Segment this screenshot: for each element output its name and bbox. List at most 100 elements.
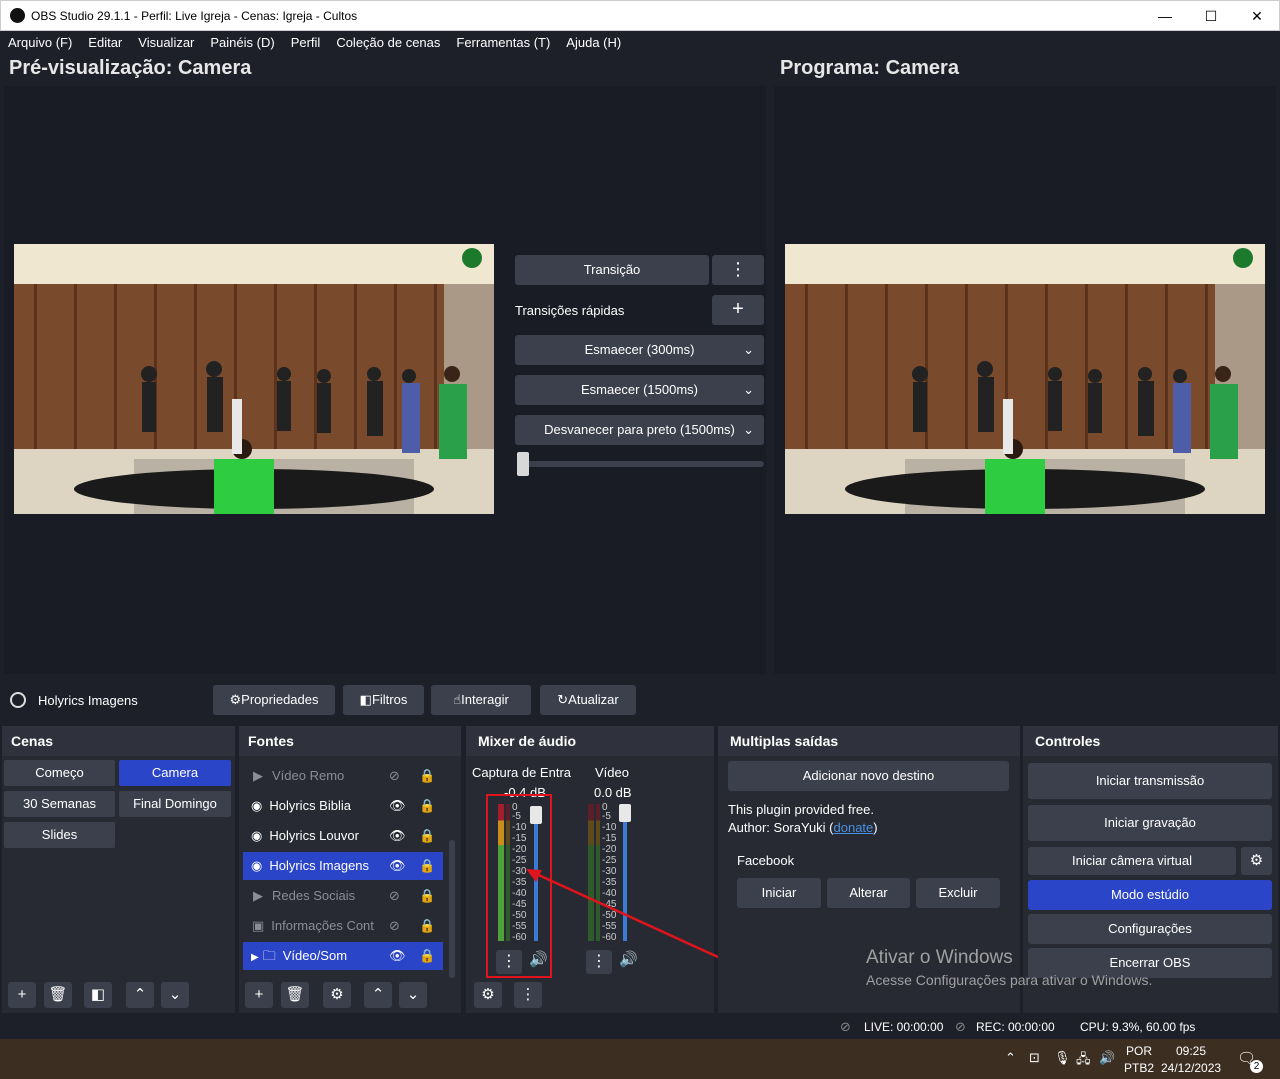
lock-icon[interactable]: 🔒 xyxy=(419,822,435,850)
source-row[interactable]: ◉ Holyrics Biblia 👁 🔒 xyxy=(243,792,443,820)
delete-output-button[interactable]: Excluir xyxy=(916,878,1000,908)
refresh-button[interactable]: ↻Atualizar xyxy=(540,685,636,715)
activation-watermark-subtitle: Acesse Configurações para ativar o Windo… xyxy=(866,972,1153,988)
quick-transition-label: Esmaecer (1500ms) xyxy=(580,382,699,397)
quick-transition-2[interactable]: Esmaecer (1500ms) ⌄ xyxy=(515,375,764,405)
edit-output-button[interactable]: Alterar xyxy=(827,878,910,908)
eye-hidden-icon[interactable]: ⊘ xyxy=(389,882,400,910)
source-row[interactable]: ▶ 🗀 Vídeo/Som 👁 🔒 xyxy=(243,942,443,970)
transition-button[interactable]: Transição xyxy=(515,255,709,285)
menu-editar[interactable]: Editar xyxy=(80,32,130,53)
donate-link[interactable]: donate xyxy=(834,820,874,835)
preview-video[interactable] xyxy=(14,244,494,514)
lock-icon[interactable]: 🔒 xyxy=(419,912,435,940)
filters-button[interactable]: ◧Filtros xyxy=(343,685,424,715)
lock-icon[interactable]: 🔒 xyxy=(419,792,435,820)
plus-icon: + xyxy=(732,298,744,320)
meet-now-icon[interactable]: ⊡ xyxy=(1029,1050,1040,1066)
scene-comeco[interactable]: Começo xyxy=(4,760,115,786)
menu-arquivo[interactable]: Arquivo (F) xyxy=(0,32,80,53)
source-row[interactable]: ◉ Holyrics Louvor 👁 🔒 xyxy=(243,822,443,850)
eye-icon[interactable]: 👁 xyxy=(389,942,406,970)
clock-time[interactable]: 09:25 xyxy=(1176,1044,1206,1058)
input-layout[interactable]: PTB2 xyxy=(1124,1061,1154,1075)
source-row[interactable]: ▶ Vídeo Remo ⊘ 🔒 xyxy=(243,762,443,790)
mixer-settings-button[interactable]: ⚙ xyxy=(474,982,502,1008)
maximize-button[interactable]: ☐ xyxy=(1188,1,1234,32)
scene-slides[interactable]: Slides xyxy=(4,822,115,848)
virtual-camera-settings-button[interactable]: ⚙ xyxy=(1241,847,1272,875)
controls-title: Controles xyxy=(1023,726,1278,756)
settings-button[interactable]: Configurações xyxy=(1028,914,1272,944)
studio-mode-button[interactable]: Modo estúdio xyxy=(1028,880,1272,910)
quick-transition-3[interactable]: Desvanecer para preto (1500ms) ⌄ xyxy=(515,415,764,445)
trash-icon: 🗑 xyxy=(285,986,305,1003)
source-row[interactable]: ▶ Redes Sociais ⊘ 🔒 xyxy=(243,882,443,910)
transition-slider-handle[interactable] xyxy=(517,452,529,476)
add-scene-button[interactable]: + xyxy=(8,982,36,1008)
transition-menu-button[interactable]: ⋮ xyxy=(712,255,764,285)
add-source-button[interactable]: + xyxy=(245,982,273,1008)
start-streaming-button[interactable]: Iniciar transmissão xyxy=(1028,763,1272,799)
gears-icon: ⚙ xyxy=(481,986,495,1003)
eye-icon[interactable]: 👁 xyxy=(389,822,406,850)
properties-button[interactable]: ⚙Propriedades xyxy=(213,685,335,715)
menu-colecao[interactable]: Coleção de cenas xyxy=(328,32,448,53)
source-up-button[interactable]: ⌃ xyxy=(364,982,392,1008)
remove-source-button[interactable]: 🗑 xyxy=(281,982,309,1008)
quick-transition-1[interactable]: Esmaecer (300ms) ⌄ xyxy=(515,335,764,365)
menu-paineis[interactable]: Painéis (D) xyxy=(202,32,282,53)
start-recording-button[interactable]: Iniciar gravação xyxy=(1028,805,1272,841)
start-output-button[interactable]: Iniciar xyxy=(737,878,821,908)
source-down-button[interactable]: ⌄ xyxy=(399,982,427,1008)
scene-camera[interactable]: Camera xyxy=(119,760,231,786)
lock-icon[interactable]: 🔒 xyxy=(419,852,435,880)
menu-perfil[interactable]: Perfil xyxy=(283,32,329,53)
remove-scene-button[interactable]: 🗑 xyxy=(44,982,72,1008)
menu-visualizar[interactable]: Visualizar xyxy=(130,32,202,53)
chevron-down-icon: ⌄ xyxy=(743,342,754,357)
add-destination-button[interactable]: Adicionar novo destino xyxy=(728,761,1009,791)
lock-icon[interactable]: 🔒 xyxy=(419,882,435,910)
source-properties-button[interactable]: ⚙ xyxy=(323,982,351,1008)
eye-hidden-icon[interactable]: ⊘ xyxy=(389,912,400,940)
start-virtual-camera-button[interactable]: Iniciar câmera virtual xyxy=(1028,847,1236,875)
eye-hidden-icon[interactable]: ⊘ xyxy=(389,762,400,790)
source-row[interactable]: ▣ Informações Cont ⊘ 🔒 xyxy=(243,912,443,940)
scene-filters-button[interactable]: ◧ xyxy=(84,982,112,1008)
sources-title: Fontes xyxy=(239,726,461,756)
scene-final-domingo[interactable]: Final Domingo xyxy=(119,791,231,817)
close-button[interactable]: ✕ xyxy=(1234,1,1280,32)
transition-slider-track[interactable] xyxy=(517,461,764,467)
more-vertical-icon: ⋮ xyxy=(520,986,536,1003)
menu-ajuda[interactable]: Ajuda (H) xyxy=(558,32,629,53)
add-quick-transition-button[interactable]: + xyxy=(712,295,764,325)
chevron-up-icon[interactable]: ⌃ xyxy=(1005,1050,1016,1066)
mixer-menu-button[interactable]: ⋮ xyxy=(514,982,542,1008)
network-icon[interactable]: 🖧 xyxy=(1076,1050,1091,1072)
meter-scale-tick: -10 xyxy=(602,822,617,833)
eye-icon[interactable]: 👁 xyxy=(389,792,406,820)
scene-up-button[interactable]: ⌃ xyxy=(126,982,154,1008)
globe-icon: ◉ xyxy=(251,828,263,843)
interact-button[interactable]: ☝Interagir xyxy=(431,685,531,715)
menu-ferramentas[interactable]: Ferramentas (T) xyxy=(448,32,558,53)
sources-scrollbar[interactable] xyxy=(449,840,455,978)
expand-arrow-icon[interactable]: ▶ xyxy=(243,952,263,963)
input-language[interactable]: POR xyxy=(1126,1044,1152,1058)
volume-icon[interactable]: 🔊 xyxy=(1099,1050,1115,1066)
minimize-button[interactable]: — xyxy=(1142,1,1188,32)
eye-icon[interactable]: 👁 xyxy=(389,852,406,880)
source-row[interactable]: ◉ Holyrics Imagens 👁 🔒 xyxy=(243,852,443,880)
lock-icon[interactable]: 🔒 xyxy=(419,942,435,970)
microphone-icon[interactable]: 🎙 xyxy=(1054,1050,1071,1066)
scene-down-button[interactable]: ⌄ xyxy=(161,982,189,1008)
output-target-name: Facebook xyxy=(737,853,795,868)
program-label: Programa: Camera xyxy=(780,57,959,79)
volume-fader-handle[interactable] xyxy=(619,804,631,822)
lock-icon[interactable]: 🔒 xyxy=(419,762,435,790)
clock-date[interactable]: 24/12/2023 xyxy=(1161,1061,1221,1075)
window-title: OBS Studio 29.1.1 - Perfil: Live Igreja … xyxy=(31,9,358,23)
sources-toolbar: + 🗑 ⚙ ⌃ ⌄ xyxy=(243,982,455,1010)
scene-30-semanas[interactable]: 30 Semanas xyxy=(4,791,115,817)
